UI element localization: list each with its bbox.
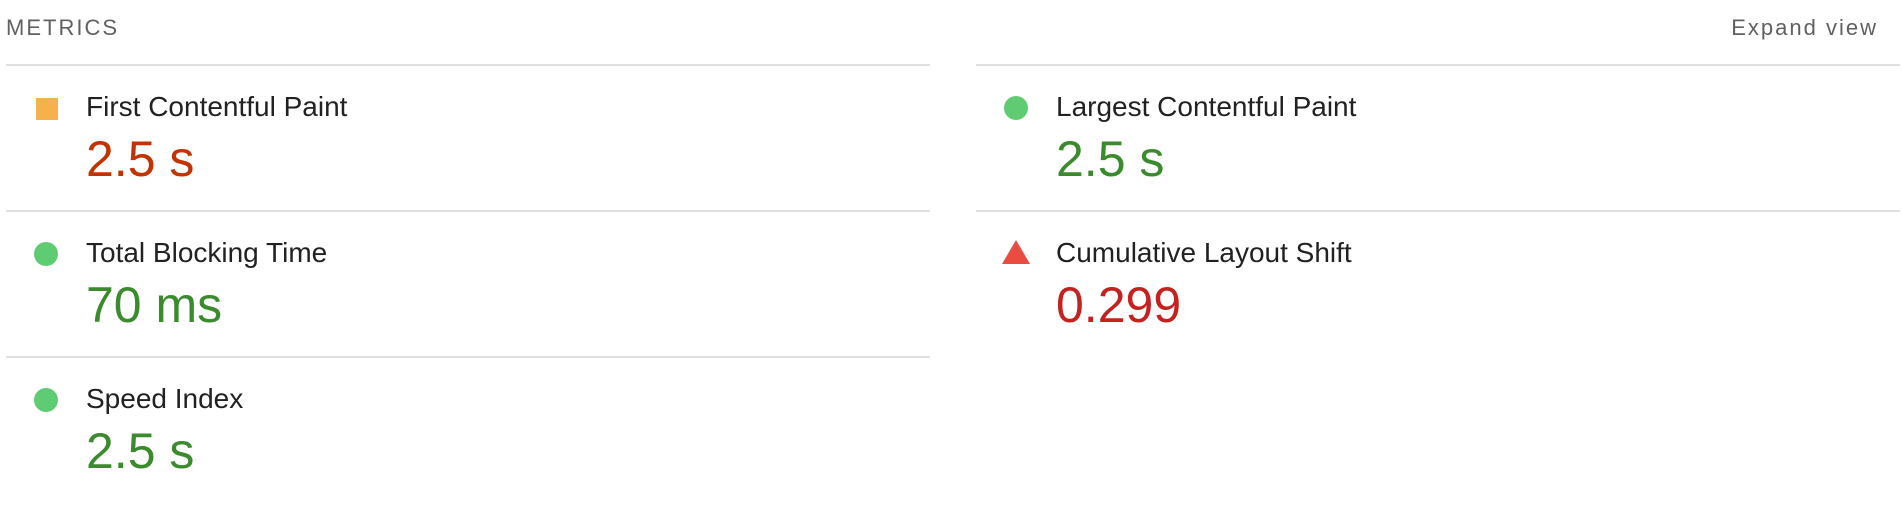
metric-label: Total Blocking Time (86, 237, 328, 268)
metrics-section: METRICS Expand view First Contentful Pai… (0, 0, 1902, 508)
expand-view-toggle[interactable]: Expand view (1731, 15, 1878, 41)
metric-value: 2.5 s (86, 131, 195, 187)
metrics-title: METRICS (6, 15, 119, 40)
metric-label: Speed Index (86, 383, 244, 414)
green-circle-icon (34, 388, 58, 412)
green-circle-icon (1004, 96, 1028, 120)
metric-first-contentful-paint: First Contentful Paint 2.5 s (6, 64, 930, 210)
metric-label: Largest Contentful Paint (1056, 91, 1357, 122)
metric-value: 2.5 s (1056, 131, 1165, 187)
metrics-header: METRICS Expand view (6, 0, 1878, 64)
metric-label: Cumulative Layout Shift (1056, 237, 1352, 268)
metric-label: First Contentful Paint (86, 91, 348, 122)
metric-value: 70 ms (86, 277, 223, 333)
orange-square-icon (36, 98, 58, 120)
red-triangle-icon (1002, 240, 1030, 264)
metrics-column-right: Largest Contentful Paint 2.5 s Cumulativ… (976, 64, 1900, 356)
metric-largest-contentful-paint: Largest Contentful Paint 2.5 s (976, 64, 1900, 210)
metric-value: 0.299 (1056, 277, 1182, 333)
metric-total-blocking-time: Total Blocking Time 70 ms (6, 210, 930, 356)
metric-speed-index: Speed Index 2.5 s (6, 356, 930, 502)
metrics-column-left: First Contentful Paint 2.5 s Total Block… (6, 64, 930, 502)
green-circle-icon (34, 242, 58, 266)
metric-cumulative-layout-shift: Cumulative Layout Shift 0.299 (976, 210, 1900, 356)
metric-value: 2.5 s (86, 423, 195, 479)
